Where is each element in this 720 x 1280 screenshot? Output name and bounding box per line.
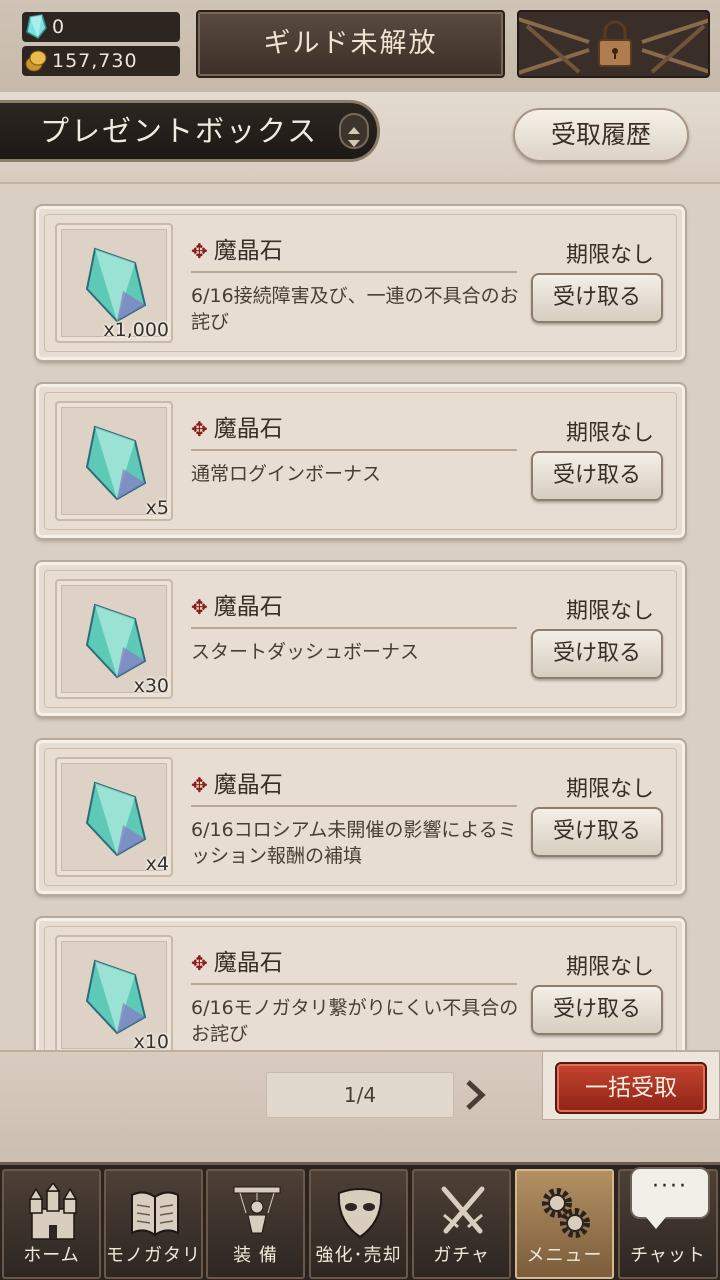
item-icon-frame: x10 bbox=[55, 935, 173, 1050]
magic-crystal-icon bbox=[85, 781, 147, 857]
item-quantity: x5 bbox=[145, 497, 169, 519]
bottom-navigation: ホーム モノガタリ 装 備 強化･売却 ガチャ メニュー チャット ···· bbox=[0, 1162, 720, 1280]
guild-button[interactable]: ギルド未解放 bbox=[196, 10, 505, 78]
item-description: 6/16モノガタリ繋がりにくい不具合のお詫び bbox=[191, 997, 519, 1045]
item-name: 魔晶石 bbox=[213, 594, 283, 620]
item-description: スタートダッシュボーナス bbox=[191, 641, 420, 663]
item-icon-frame: x4 bbox=[55, 757, 173, 877]
cross-ornament-icon: ✥ bbox=[191, 417, 208, 441]
item-name-row: ✥ 魔晶石 bbox=[191, 231, 283, 265]
receive-history-button[interactable]: 受取履歴 bbox=[513, 108, 689, 162]
item-name-row: ✥ 魔晶石 bbox=[191, 765, 283, 799]
magic-crystal-icon bbox=[85, 603, 147, 679]
item-expiry: 期限なし bbox=[565, 777, 654, 802]
nav-home[interactable]: ホーム bbox=[2, 1169, 101, 1279]
padlock-chains-icon bbox=[519, 17, 708, 75]
page-header: プレゼントボックス 受取履歴 bbox=[0, 92, 720, 184]
nav-label: モノガタリ bbox=[106, 1245, 201, 1266]
magic-crystal-icon bbox=[85, 425, 147, 501]
locked-feature-button[interactable] bbox=[517, 10, 710, 78]
item-description: 6/16接続障害及び、一連の不具合のお詫び bbox=[191, 285, 519, 333]
receive-button[interactable]: 受け取る bbox=[531, 451, 663, 501]
present-item: x10 ✥ 魔晶石 6/16モノガタリ繋がりにくい不具合のお詫び 期限なし 受け取… bbox=[34, 916, 687, 1050]
item-description: 通常ログインボーナス bbox=[191, 463, 382, 485]
item-name-row: ✥ 魔晶石 bbox=[191, 943, 283, 977]
gem-counter: 0 bbox=[22, 12, 180, 42]
nav-equipment[interactable]: 装 備 bbox=[206, 1169, 305, 1279]
item-name: 魔晶石 bbox=[213, 772, 283, 798]
magic-crystal-icon bbox=[85, 247, 147, 323]
present-item: x1,000 ✥ 魔晶石 6/16接続障害及び、一連の不具合のお詫び 期限なし 受… bbox=[34, 204, 687, 362]
item-quantity: x30 bbox=[133, 675, 169, 697]
receive-button[interactable]: 受け取る bbox=[531, 807, 663, 857]
nav-story[interactable]: モノガタリ bbox=[104, 1169, 203, 1279]
castle-icon bbox=[28, 1183, 78, 1240]
item-icon-frame: x30 bbox=[55, 579, 173, 699]
item-description: 6/16コロシアム未開催の影響によるミッション報酬の補填 bbox=[191, 819, 517, 867]
present-item: x4 ✥ 魔晶石 6/16コロシアム未開催の影響によるミッション報酬の補填 期限な… bbox=[34, 738, 687, 896]
coin-icon bbox=[25, 50, 47, 72]
sort-toggle-button[interactable] bbox=[339, 113, 369, 149]
nav-gacha[interactable]: ガチャ bbox=[412, 1169, 511, 1279]
divider bbox=[191, 449, 517, 451]
nav-label: メニュー bbox=[526, 1245, 603, 1266]
bulk-receive-button[interactable]: 一括受取 bbox=[555, 1062, 707, 1114]
divider bbox=[191, 271, 517, 273]
chat-dots: ···· bbox=[652, 1174, 688, 1199]
item-name: 魔晶石 bbox=[213, 950, 283, 976]
gem-count: 0 bbox=[52, 16, 66, 38]
item-expiry: 期限なし bbox=[565, 243, 654, 268]
item-expiry: 期限なし bbox=[565, 599, 654, 624]
mask-icon bbox=[337, 1188, 383, 1239]
divider bbox=[191, 805, 517, 807]
item-expiry: 期限なし bbox=[565, 955, 654, 980]
nav-label: 強化･売却 bbox=[315, 1245, 402, 1266]
coin-counter: 157,730 bbox=[22, 46, 180, 76]
present-list[interactable]: x1,000 ✥ 魔晶石 6/16接続障害及び、一連の不具合のお詫び 期限なし 受… bbox=[0, 186, 720, 1050]
page-title-plate: プレゼントボックス bbox=[0, 100, 380, 162]
item-expiry: 期限なし bbox=[565, 421, 654, 446]
page-indicator: 1/4 bbox=[266, 1072, 454, 1118]
page-title: プレゼントボックス bbox=[40, 114, 319, 148]
sort-arrows-icon bbox=[348, 127, 360, 147]
gears-icon bbox=[542, 1188, 590, 1238]
cross-ornament-icon: ✥ bbox=[191, 951, 208, 975]
receive-button[interactable]: 受け取る bbox=[531, 629, 663, 679]
present-item: x30 ✥ 魔晶石 スタートダッシュボーナス 期限なし 受け取る bbox=[34, 560, 687, 718]
coin-count: 157,730 bbox=[52, 50, 138, 72]
puppet-icon bbox=[233, 1186, 281, 1234]
pagination-bar: 1/4 一括受取 bbox=[0, 1050, 720, 1162]
magic-crystal-icon bbox=[85, 959, 147, 1035]
top-status-bar: 0 157,730 ギルド未解放 bbox=[0, 0, 720, 92]
gem-icon bbox=[26, 14, 47, 39]
nav-enhance-sell[interactable]: 強化･売却 bbox=[309, 1169, 408, 1279]
chat-bubble-icon[interactable]: ···· bbox=[630, 1167, 710, 1229]
item-quantity: x1,000 bbox=[103, 319, 169, 341]
divider bbox=[191, 983, 517, 985]
nav-label: チャット bbox=[630, 1245, 706, 1266]
receive-button[interactable]: 受け取る bbox=[531, 985, 663, 1035]
divider bbox=[191, 627, 517, 629]
present-item: x5 ✥ 魔晶石 通常ログインボーナス 期限なし 受け取る bbox=[34, 382, 687, 540]
nav-label: 装 備 bbox=[233, 1245, 278, 1266]
item-name-row: ✥ 魔晶石 bbox=[191, 409, 283, 443]
item-quantity: x4 bbox=[145, 853, 169, 875]
cross-ornament-icon: ✥ bbox=[191, 595, 208, 619]
item-name: 魔晶石 bbox=[213, 416, 283, 442]
item-name-row: ✥ 魔晶石 bbox=[191, 587, 283, 621]
item-icon-frame: x5 bbox=[55, 401, 173, 521]
item-name: 魔晶石 bbox=[213, 238, 283, 264]
crossed-swords-icon bbox=[441, 1186, 485, 1234]
nav-menu[interactable]: メニュー bbox=[515, 1169, 614, 1279]
next-page-arrow-icon[interactable] bbox=[462, 1078, 490, 1112]
book-icon bbox=[131, 1191, 179, 1237]
item-quantity: x10 bbox=[133, 1031, 169, 1050]
receive-button[interactable]: 受け取る bbox=[531, 273, 663, 323]
item-icon-frame: x1,000 bbox=[55, 223, 173, 343]
cross-ornament-icon: ✥ bbox=[191, 239, 208, 263]
nav-label: ガチャ bbox=[433, 1245, 490, 1266]
nav-label: ホーム bbox=[23, 1245, 80, 1266]
cross-ornament-icon: ✥ bbox=[191, 773, 208, 797]
